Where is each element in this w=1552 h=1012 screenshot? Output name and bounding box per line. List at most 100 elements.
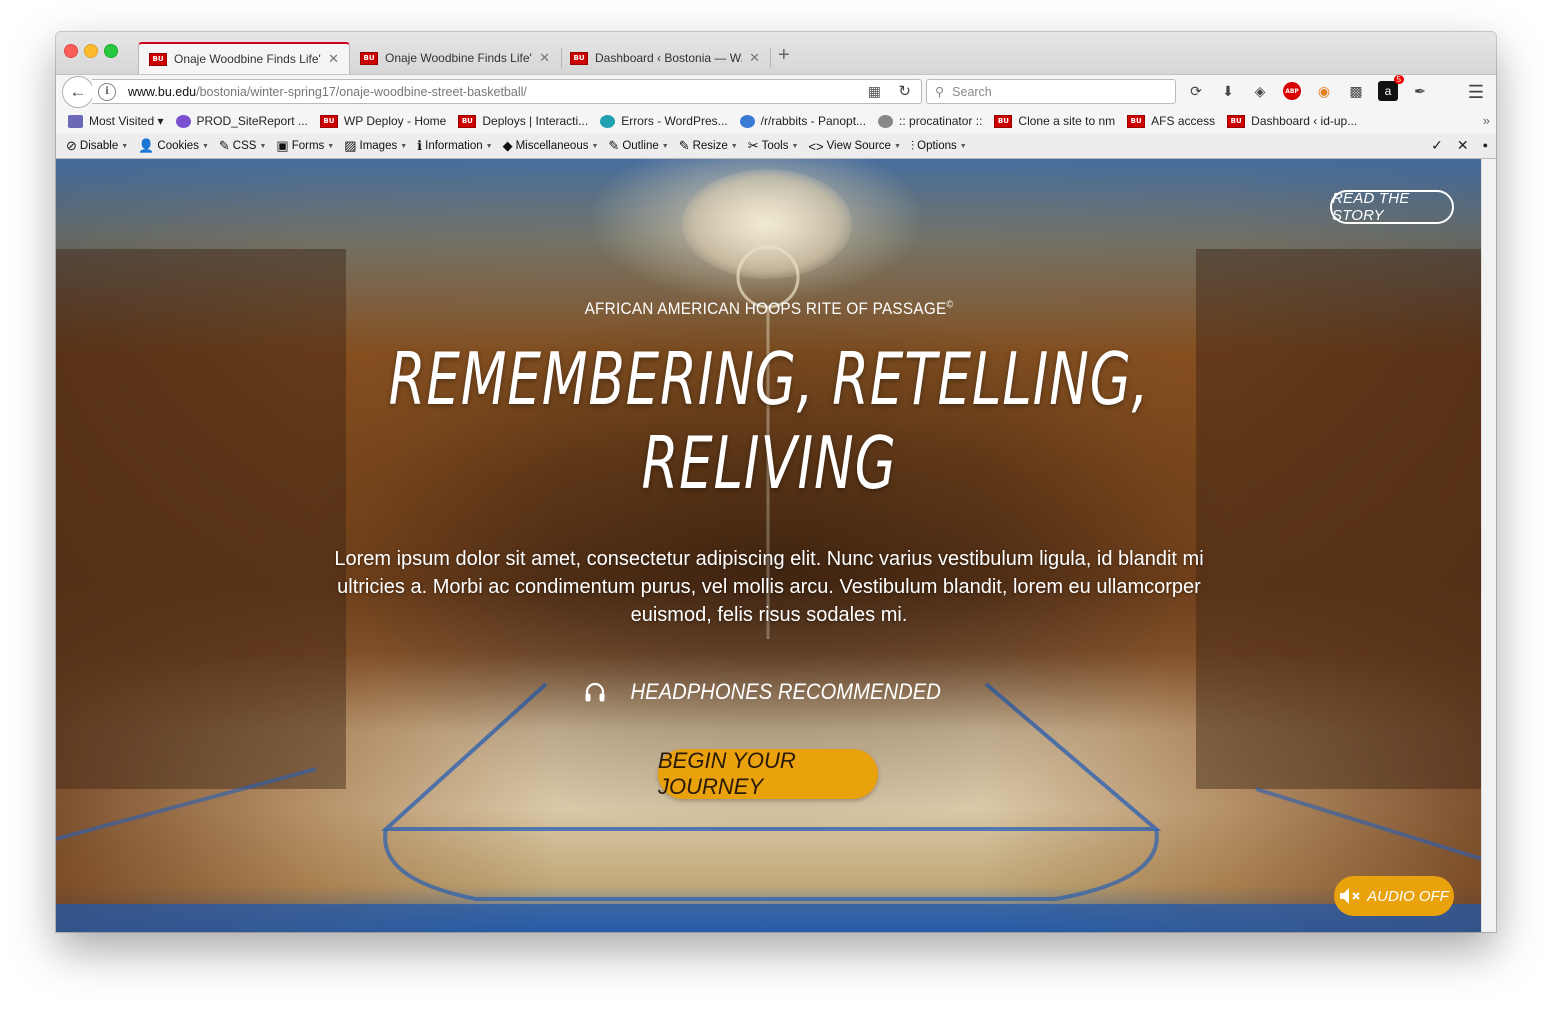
headline-line-2: RELIVING — [641, 421, 897, 505]
sync-icon[interactable]: ⟳ — [1186, 81, 1206, 101]
prod-icon — [175, 114, 191, 128]
url-path: /bostonia/winter-spring17/onaje-woodbine… — [196, 84, 527, 99]
images-icon: ▨ — [344, 138, 357, 153]
new-tab-button[interactable]: + — [778, 44, 790, 67]
web-developer-toolbar: ⊘ Disable ▼ 👤 Cookies ▼ ✎ CSS ▼ ▣ Forms ▼ ▨ Image… — [56, 134, 1496, 159]
disable-icon: ⊘ — [66, 138, 77, 153]
css-icon: ✎ — [218, 138, 230, 153]
extension-icon[interactable]: ▩ — [1346, 81, 1366, 101]
minimize-window-button[interactable] — [84, 44, 98, 58]
bookmarks-toolbar: Most Visited ▾ PROD_SiteReport ... BU WP … — [56, 108, 1496, 134]
bookmark-errors[interactable]: Errors - WordPres... — [600, 114, 728, 128]
caret-icon: ▼ — [959, 142, 967, 150]
navigation-bar: ← i www.bu.edu/bostonia/winter-spring17/… — [56, 74, 1496, 109]
bu-favicon-icon: BU — [360, 51, 378, 65]
tab-close-icon[interactable]: ✕ — [328, 51, 339, 67]
bookmark-rabbits[interactable]: /r/rabbits - Panopt... — [739, 114, 866, 128]
tab-title: Onaje Woodbine Finds Life'... — [385, 51, 533, 65]
dev-menu-forms[interactable]: ▣ Forms ▼ — [276, 138, 334, 154]
bu-icon: BU — [994, 114, 1013, 128]
audio-toggle-label: AUDIO OFF — [1367, 887, 1449, 905]
menu-icon[interactable]: ☰ — [1468, 82, 1484, 103]
read-the-story-button[interactable]: READ THE STORY — [1330, 190, 1454, 224]
bookmark-wp-deploy[interactable]: BU WP Deploy - Home — [319, 114, 446, 128]
caret-icon: ▼ — [730, 142, 738, 150]
dev-menu-resize[interactable]: ✎ Resize ▼ — [679, 138, 738, 154]
dev-menu-options[interactable]: ⫶ Options ▼ — [911, 138, 967, 154]
bookmark-dashboard[interactable]: BU Dashboard ‹ id-up... — [1227, 114, 1357, 128]
audio-toggle-button[interactable]: AUDIO OFF — [1334, 876, 1454, 916]
arrow-left-icon: ← — [69, 82, 87, 101]
eyedropper-icon[interactable]: ✒ — [1410, 81, 1430, 101]
caret-icon: ▼ — [485, 142, 493, 150]
checkmark-icon[interactable]: ✓ — [1431, 137, 1443, 154]
bu-icon: BU — [319, 114, 338, 128]
color-picker-icon[interactable]: ◉ — [1314, 81, 1334, 101]
dev-menu-cookies[interactable]: 👤 Cookies ▼ — [138, 138, 209, 154]
dev-menu-outline[interactable]: ✎ Outline ▼ — [608, 138, 668, 154]
reader-view-icon[interactable]: ▦ — [868, 83, 881, 100]
cookies-icon: 👤 — [138, 138, 155, 153]
bookmark-deploys[interactable]: BU Deploys | Interacti... — [458, 114, 588, 128]
tab-3[interactable]: BU Dashboard ‹ Bostonia — W... ✕ — [560, 42, 770, 74]
dev-menu-miscellaneous[interactable]: ◆ Miscellaneous ▼ — [503, 138, 599, 154]
dev-menu-disable[interactable]: ⊘ Disable ▼ — [66, 138, 128, 154]
dev-menu-view-source[interactable]: <> View Source ▼ — [808, 139, 900, 154]
caret-icon: ▼ — [327, 142, 335, 150]
hero-section: READ THE STORY AFRICAN AMERICAN HOOPS RI… — [56, 159, 1482, 932]
page-scrollbar[interactable] — [1481, 159, 1496, 932]
kicker-text: AFRICAN AMERICAN HOOPS RITE OF PASSAGE© — [584, 299, 954, 318]
bookmark-clone-site[interactable]: BU Clone a site to nm — [994, 114, 1115, 128]
dev-menu-images[interactable]: ▨ Images ▼ — [344, 138, 407, 154]
caret-icon: ▼ — [201, 142, 209, 150]
search-placeholder: Search — [952, 84, 992, 99]
miscellaneous-icon: ◆ — [502, 138, 513, 153]
close-window-button[interactable] — [64, 44, 78, 58]
tools-icon: ✂ — [747, 138, 759, 153]
errors-icon — [600, 114, 616, 128]
tab-1[interactable]: BU Onaje Woodbine Finds Life'... ✕ — [138, 42, 350, 74]
tab-2[interactable]: BU Onaje Woodbine Finds Life'... ✕ — [350, 42, 560, 74]
headline-line-1: REMEMBERING, RETELLING, — [388, 337, 1150, 421]
back-button[interactable]: ← — [62, 76, 94, 108]
code-icon: <> — [808, 138, 824, 154]
dot-icon[interactable]: ● — [1483, 137, 1488, 154]
bu-icon: BU — [458, 114, 477, 128]
tab-divider — [770, 48, 771, 68]
intro-paragraph: Lorem ipsum dolor sit amet, consectetur … — [334, 548, 1204, 626]
site-info-icon[interactable]: i — [98, 82, 116, 101]
zoom-window-button[interactable] — [104, 44, 118, 58]
bu-favicon-icon: BU — [570, 51, 588, 65]
speaker-muted-icon — [1340, 888, 1360, 904]
caret-icon: ▼ — [121, 142, 129, 150]
bookmark-afs-access[interactable]: BU AFS access — [1127, 114, 1215, 128]
toolbar-icons: ⟳ ⬇ ◈ ABP ◉ ▩ a5 ✒ — [1186, 75, 1430, 101]
dev-menu-css[interactable]: ✎ CSS ▼ — [219, 138, 267, 154]
tab-close-icon[interactable]: ✕ — [539, 50, 550, 66]
dev-menu-tools[interactable]: ✂ Tools ▼ — [748, 138, 799, 154]
adblock-plus-icon[interactable]: ABP — [1282, 81, 1302, 101]
amazon-icon[interactable]: a5 — [1378, 75, 1404, 101]
caret-icon: ▼ — [400, 142, 408, 150]
dev-menu-information[interactable]: ℹ Information ▼ — [417, 138, 492, 154]
bu-icon: BU — [1227, 114, 1246, 128]
chevron-more-icon[interactable]: » — [1483, 113, 1490, 128]
url-bar[interactable]: i www.bu.edu/bostonia/winter-spring17/on… — [92, 79, 922, 104]
headphones-notice: HEADPHONES RECOMMENDED — [56, 679, 1482, 705]
tab-close-icon[interactable]: ✕ — [749, 50, 760, 66]
download-icon[interactable]: ⬇ — [1218, 81, 1238, 101]
bookmark-prod-sitereport[interactable]: PROD_SiteReport ... — [175, 114, 308, 128]
search-bar[interactable]: ⚲ Search — [926, 79, 1176, 104]
caret-icon: ▼ — [791, 142, 799, 150]
bookmark-procatinator[interactable]: :: procatinator :: — [878, 114, 982, 128]
copyright-mark: © — [946, 299, 954, 311]
pocket-icon[interactable]: ◈ — [1250, 81, 1270, 101]
begin-journey-button[interactable]: BEGIN YOUR JOURNEY — [658, 748, 878, 799]
search-icon: ⚲ — [935, 85, 945, 99]
reload-icon[interactable]: ↻ — [898, 82, 911, 100]
bookmark-most-visited[interactable]: Most Visited ▾ — [68, 114, 164, 128]
close-icon[interactable]: ✕ — [1457, 137, 1469, 154]
caret-icon: ▼ — [893, 142, 901, 150]
outline-icon: ✎ — [608, 138, 620, 153]
browser-window: BU Onaje Woodbine Finds Life'... ✕ BU On… — [56, 32, 1496, 932]
